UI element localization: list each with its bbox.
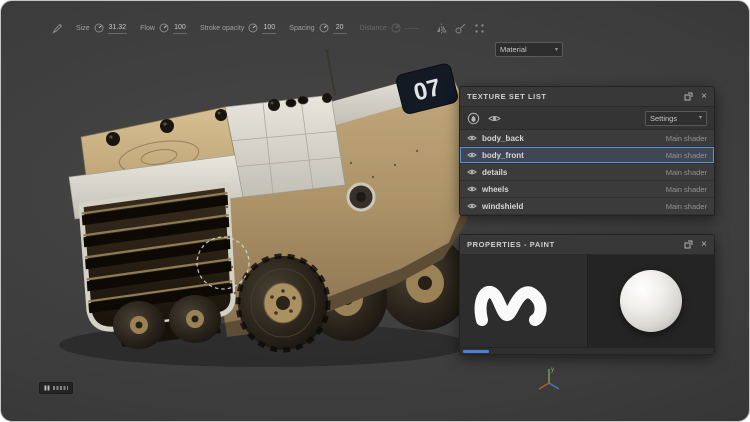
toolbar-item-label: Size — [76, 25, 90, 32]
texture-set-row[interactable]: body_back Main shader — [460, 130, 714, 147]
texture-set-row[interactable]: body_front Main shader — [460, 147, 714, 164]
toolbar-item[interactable]: Stroke opacity 100 — [200, 23, 276, 34]
texture-set-row[interactable]: details Main shader — [460, 164, 714, 181]
brush-previews — [460, 255, 714, 347]
toolbar-item[interactable]: Distance — [360, 23, 419, 33]
properties-header[interactable]: PROPERTIES - PAINT × — [460, 235, 714, 255]
symmetry-icon[interactable] — [436, 23, 447, 34]
panel-title: PROPERTIES - PAINT — [467, 240, 555, 249]
shader-label[interactable]: Main shader — [666, 185, 707, 194]
viewport-status-badge[interactable] — [39, 382, 73, 394]
eye-icon[interactable] — [467, 151, 477, 159]
dial-icon[interactable] — [319, 23, 329, 33]
toolbar-item-value[interactable] — [405, 28, 419, 29]
toolbar-item[interactable]: Flow 100 — [140, 23, 187, 34]
front-wheel — [238, 256, 328, 350]
texture-set-row[interactable]: windshield Main shader — [460, 198, 714, 215]
dial-icon[interactable] — [94, 23, 104, 33]
chevron-down-icon: ▾ — [555, 47, 558, 53]
texture-set-rows: body_back Main shader body_front Main sh… — [460, 130, 714, 215]
material-filter-icon[interactable] — [467, 112, 480, 125]
properties-scrollbar[interactable] — [460, 347, 714, 354]
settings-dropdown-label: Settings — [650, 114, 677, 123]
grid-align-icon[interactable] — [474, 23, 485, 34]
viewport-3d[interactable]: 07 — [29, 45, 479, 380]
eye-icon[interactable] — [467, 202, 477, 210]
texture-set-name: body_back — [482, 134, 524, 143]
shader-label[interactable]: Main shader — [666, 202, 707, 211]
z-axis — [549, 383, 559, 389]
porthole-window — [348, 184, 374, 210]
status-text — [53, 386, 68, 390]
material-dropdown[interactable]: Material ▾ — [495, 42, 563, 57]
texture-set-filter-row: Settings ▾ — [460, 107, 714, 130]
chevron-down-icon: ▾ — [699, 115, 702, 121]
brush-stroke-icon — [468, 262, 578, 340]
scrollbar-thumb[interactable] — [463, 350, 489, 353]
texture-set-list-header[interactable]: TEXTURE SET LIST × — [460, 87, 714, 107]
toolbar-item[interactable]: Size 31.32 — [76, 23, 127, 34]
settings-dropdown[interactable]: Settings ▾ — [645, 111, 707, 126]
pause-icon — [44, 385, 50, 391]
vehicle-model: 07 — [59, 49, 471, 350]
x-axis — [539, 383, 549, 389]
texture-set-name: windshield — [482, 202, 523, 211]
antenna — [327, 51, 335, 95]
brush-toolbar: Size 31.32 Flow 100 — [51, 17, 485, 39]
close-icon[interactable]: × — [701, 240, 707, 250]
properties-paint-panel: PROPERTIES - PAINT × — [459, 234, 715, 355]
eye-icon[interactable] — [467, 185, 477, 193]
toolbar-item[interactable]: Spacing 20 — [289, 23, 346, 34]
material-sphere-preview[interactable] — [588, 255, 715, 347]
toolbar-item-label: Distance — [360, 25, 387, 32]
shader-label[interactable]: Main shader — [666, 151, 707, 160]
texture-set-row[interactable]: wheels Main shader — [460, 181, 714, 198]
cab-white — [225, 95, 345, 197]
svg-text:y: y — [551, 367, 554, 373]
material-dropdown-label: Material — [500, 45, 527, 54]
close-icon[interactable]: × — [701, 92, 707, 102]
eye-icon[interactable] — [467, 134, 477, 142]
toolbar-item-value[interactable]: 100 — [262, 23, 276, 34]
texture-set-name: wheels — [482, 185, 509, 194]
float-panel-icon[interactable] — [684, 240, 693, 249]
toolbar-item-label: Spacing — [289, 25, 314, 32]
float-panel-icon[interactable] — [684, 92, 693, 101]
toolbar-item-value[interactable]: 100 — [173, 23, 187, 34]
eye-icon[interactable] — [467, 168, 477, 176]
toolbar-item-label: Flow — [140, 25, 155, 32]
panel-title: TEXTURE SET LIST — [467, 92, 547, 101]
lazy-mouse-icon[interactable] — [455, 23, 466, 34]
texture-set-name: body_front — [482, 151, 524, 160]
toolbar-extra-icons — [436, 23, 485, 34]
shader-label[interactable]: Main shader — [666, 134, 707, 143]
brush-stroke-preview[interactable] — [460, 255, 588, 347]
toolbar-item-label: Stroke opacity — [200, 25, 244, 32]
material-sphere-icon — [620, 270, 682, 332]
texture-set-name: details — [482, 168, 507, 177]
axis-gizmo: y — [534, 363, 564, 398]
app-window: 07 — [0, 0, 750, 422]
shader-label[interactable]: Main shader — [666, 168, 707, 177]
toolbar-item-value[interactable]: 20 — [333, 23, 347, 34]
texture-set-list-panel: TEXTURE SET LIST × — [459, 86, 715, 216]
toolbar-item-value[interactable]: 31.32 — [108, 23, 128, 34]
dial-icon[interactable] — [391, 23, 401, 33]
dial-icon[interactable] — [159, 23, 169, 33]
dial-icon[interactable] — [248, 23, 258, 33]
visibility-filter-icon[interactable] — [488, 114, 501, 123]
brush-tool-icon[interactable] — [51, 22, 63, 34]
